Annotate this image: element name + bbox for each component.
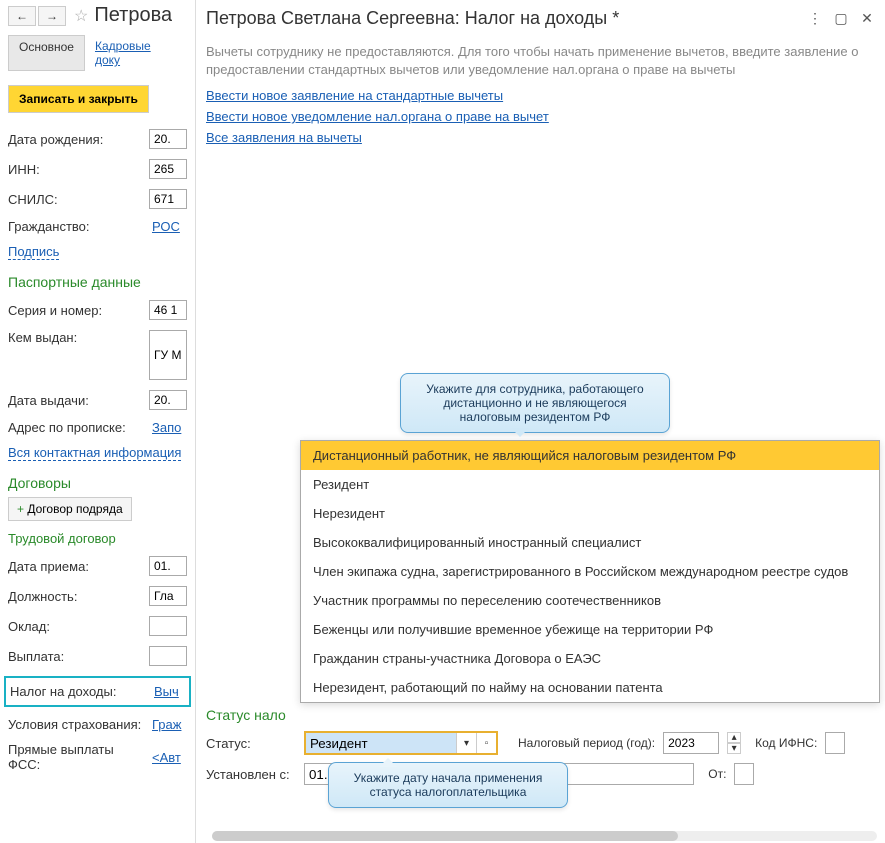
dropdown-item[interactable]: Резидент — [301, 470, 879, 499]
status-label: Статус: — [206, 736, 296, 751]
signature-link[interactable]: Подпись — [8, 244, 59, 260]
tab-main[interactable]: Основное — [8, 35, 85, 71]
dropdown-item[interactable]: Член экипажа судна, зарегистрированного … — [301, 557, 879, 586]
contracts-section-title: Договоры — [8, 475, 187, 491]
maximize-icon[interactable]: ▢ — [833, 10, 849, 27]
reg-addr-link[interactable]: Запо — [152, 420, 181, 435]
all-contacts-link[interactable]: Вся контактная информация — [8, 445, 181, 461]
period-input[interactable] — [663, 732, 719, 754]
ifns-label: Код ИФНС: — [755, 736, 817, 750]
desc-text: Вычеты сотруднику не предоставляются. Дл… — [206, 43, 875, 78]
emp-contract-title: Трудовой договор — [8, 531, 187, 546]
page-title-trunc: Петрова — [94, 4, 172, 27]
star-icon[interactable]: ☆ — [74, 6, 88, 26]
hire-date-label: Дата приема: — [8, 559, 145, 574]
status-open-btn[interactable]: ▫ — [476, 733, 496, 753]
dropdown-item[interactable]: Нерезидент, работающий по найму на основ… — [301, 673, 879, 702]
plus-icon: + — [17, 502, 24, 516]
spin-up-icon[interactable]: ▴ — [727, 732, 741, 743]
set-from-label: Установлен с: — [206, 767, 296, 782]
salary-label: Оклад: — [8, 619, 145, 634]
issue-date-input[interactable] — [149, 390, 187, 410]
series-input[interactable] — [149, 300, 187, 320]
nav-forward-button[interactable]: → — [38, 6, 66, 26]
left-panel: ← → ☆ Петрова Основное Кадровые доку Зап… — [0, 0, 195, 843]
reg-addr-label: Адрес по прописке: — [8, 420, 148, 435]
dropdown-item[interactable]: Высококвалифицированный иностранный спец… — [301, 528, 879, 557]
status-dropdown-list: Дистанционный работник, не являющийся на… — [300, 440, 880, 703]
insurance-link[interactable]: Граж — [152, 717, 181, 732]
add-contract-label: Договор подряда — [27, 502, 122, 516]
callout-status-hint: Укажите для сотрудника, работающего дист… — [400, 373, 670, 433]
snils-input[interactable] — [149, 189, 187, 209]
passport-section-title: Паспортные данные — [8, 274, 187, 290]
status-section-title: Статус нало — [206, 707, 875, 723]
link-new-standard[interactable]: Ввести новое заявление на стандартные вы… — [206, 88, 503, 103]
salary-input[interactable] — [149, 616, 187, 636]
citizen-label: Гражданство: — [8, 219, 148, 234]
fss-label: Прямые выплаты ФСС: — [8, 742, 148, 772]
issued-by-label: Кем выдан: — [8, 330, 145, 345]
close-icon[interactable]: ✕ — [859, 10, 875, 27]
inn-label: ИНН: — [8, 162, 145, 177]
snils-label: СНИЛС: — [8, 192, 145, 207]
status-combo[interactable]: ▾ ▫ — [304, 731, 498, 755]
citizen-link[interactable]: РОС — [152, 219, 180, 234]
birth-date-label: Дата рождения: — [8, 132, 145, 147]
birth-date-input[interactable] — [149, 129, 187, 149]
dropdown-item[interactable]: Гражданин страны-участника Договора о ЕА… — [301, 644, 879, 673]
add-contract-button[interactable]: + Договор подряда — [8, 497, 132, 521]
tax-link[interactable]: Выч — [154, 684, 179, 699]
series-label: Серия и номер: — [8, 303, 145, 318]
from-input[interactable] — [734, 763, 754, 785]
modal-title: Петрова Светлана Сергеевна: Налог на дох… — [206, 8, 799, 29]
payment-input[interactable] — [149, 646, 187, 666]
callout-date-hint: Укажите дату начала применения статуса н… — [328, 762, 568, 808]
more-icon[interactable]: ⋮ — [807, 10, 823, 27]
number-input[interactable] — [564, 763, 694, 785]
inn-input[interactable] — [149, 159, 187, 179]
position-label: Должность: — [8, 589, 145, 604]
link-all-claims[interactable]: Все заявления на вычеты — [206, 130, 362, 145]
dropdown-item[interactable]: Беженцы или получившие временное убежище… — [301, 615, 879, 644]
ifns-input[interactable] — [825, 732, 845, 754]
payment-label: Выплата: — [8, 649, 145, 664]
issued-by-input[interactable] — [149, 330, 187, 380]
status-dropdown-btn[interactable]: ▾ — [456, 733, 476, 753]
position-input[interactable] — [149, 586, 187, 606]
issue-date-label: Дата выдачи: — [8, 393, 145, 408]
hire-date-input[interactable] — [149, 556, 187, 576]
period-label: Налоговый период (год): — [518, 736, 655, 750]
tax-label: Налог на доходы: — [10, 684, 150, 699]
dropdown-item[interactable]: Нерезидент — [301, 499, 879, 528]
insurance-label: Условия страхования: — [8, 717, 148, 732]
dropdown-item[interactable]: Участник программы по переселению соотеч… — [301, 586, 879, 615]
save-close-button[interactable]: Записать и закрыть — [8, 85, 149, 113]
spin-down-icon[interactable]: ▾ — [727, 743, 741, 754]
dropdown-item[interactable]: Дистанционный работник, не являющийся на… — [301, 441, 879, 470]
nav-back-button[interactable]: ← — [8, 6, 36, 26]
scrollbar-thumb[interactable] — [212, 831, 678, 841]
tab-hr-docs[interactable]: Кадровые доку — [85, 35, 187, 71]
from-label: От: — [708, 767, 726, 781]
fss-link[interactable]: <Авт — [152, 750, 181, 765]
link-new-notice[interactable]: Ввести новое уведомление нал.органа о пр… — [206, 109, 549, 124]
scrollbar-horizontal[interactable] — [212, 831, 877, 841]
